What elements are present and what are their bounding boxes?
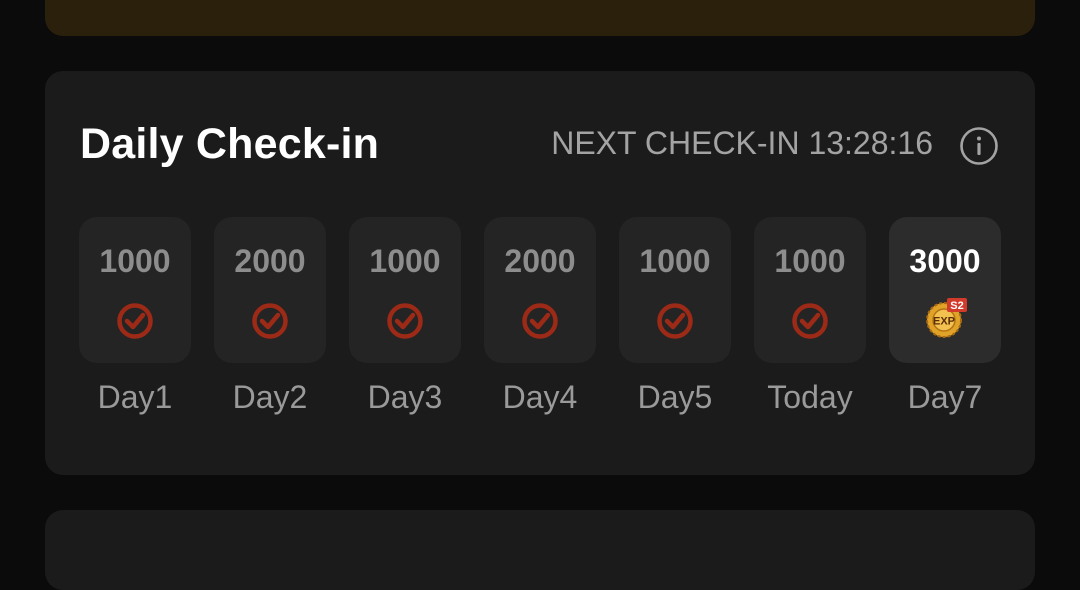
- day-label: Day5: [637, 379, 713, 415]
- day-amount: 1000: [774, 243, 846, 279]
- s2-exp-coin-icon: EXP S2: [926, 298, 967, 338]
- day-tile[interactable]: 1000: [619, 217, 731, 363]
- day-label: Today: [767, 379, 853, 415]
- day-label: Day7: [907, 379, 983, 415]
- day-amount: 2000: [234, 243, 306, 279]
- day-tile-reward[interactable]: 3000 EXP S2: [889, 217, 1001, 363]
- check-circle-icon: [117, 303, 153, 339]
- day-tile[interactable]: 1000: [754, 217, 866, 363]
- day-label: Day4: [502, 379, 578, 415]
- day-label: Day3: [367, 379, 443, 415]
- day-tile[interactable]: 1000: [349, 217, 461, 363]
- day-amount: 1000: [99, 243, 171, 279]
- checkin-title: Daily Check-in: [80, 120, 380, 168]
- day-item-day1[interactable]: 1000 Day1: [79, 217, 191, 413]
- coin-text: EXP: [933, 316, 955, 328]
- check-circle-icon: [792, 303, 828, 339]
- day-amount: 1000: [369, 243, 441, 279]
- check-circle-icon: [657, 303, 693, 339]
- info-icon[interactable]: [959, 126, 999, 166]
- day-label: Day1: [97, 379, 173, 415]
- day-label: Day2: [232, 379, 308, 415]
- daily-checkin-card: Daily Check-in NEXT CHECK-IN 13:28:16 10…: [45, 71, 1035, 475]
- day-amount: 3000: [909, 243, 981, 279]
- day-amount: 2000: [504, 243, 576, 279]
- day-item-day4[interactable]: 2000 Day4: [484, 217, 596, 413]
- day-tile[interactable]: 1000: [79, 217, 191, 363]
- day-item-day3[interactable]: 1000 Day3: [349, 217, 461, 413]
- day-item-day5[interactable]: 1000 Day5: [619, 217, 731, 413]
- check-circle-icon: [387, 303, 423, 339]
- season-badge: S2: [950, 300, 963, 312]
- checkin-days: 1000 Day1 2000 Day2 1000 Day3 2000 Day4 …: [79, 217, 1001, 417]
- day-tile[interactable]: 2000: [214, 217, 326, 363]
- day-item-today[interactable]: 1000 Today: [754, 217, 866, 413]
- day-tile[interactable]: 2000: [484, 217, 596, 363]
- day-item-day2[interactable]: 2000 Day2: [214, 217, 326, 413]
- check-circle-icon: [252, 303, 288, 339]
- next-checkin-timer: NEXT CHECK-IN 13:28:16: [551, 125, 933, 161]
- next-section-card: [45, 510, 1035, 590]
- check-circle-icon: [522, 303, 558, 339]
- day-item-day7[interactable]: 3000 EXP S2 Day7: [889, 217, 1001, 413]
- day-amount: 1000: [639, 243, 711, 279]
- top-card: [45, 0, 1035, 36]
